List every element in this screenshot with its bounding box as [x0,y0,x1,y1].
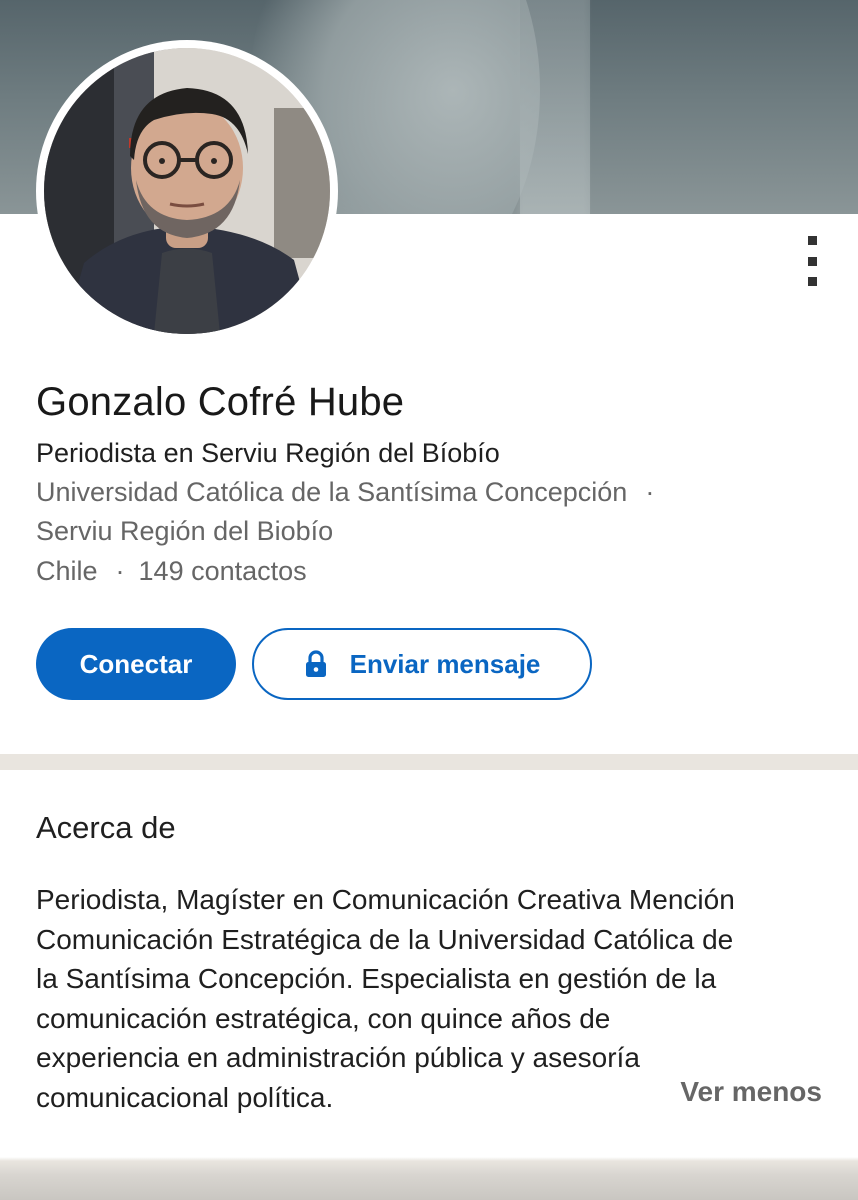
profile-location-line: Chile · 149 contactos [36,556,307,587]
send-message-button[interactable]: Enviar mensaje [252,628,592,700]
about-text-line: Comunicación Estratégica de la Universid… [36,923,734,955]
see-less-button[interactable]: Ver menos [680,1076,822,1108]
profile-name: Gonzalo Cofré Hube [36,380,405,424]
more-vertical-icon [807,256,817,266]
about-text-line: experiencia en administración pública y … [36,1042,640,1073]
about-text-line: Periodista, Magíster en Comunicación Cre… [36,884,735,915]
separator-dot: · [645,477,655,507]
profile-education: Universidad Católica de la Santísima Con… [36,477,654,508]
profile-avatar[interactable] [36,40,338,342]
profile-current-company[interactable]: Serviu Región del Biobío [36,516,333,547]
about-text-line: la Santísima Concepción. Especialista en… [36,963,717,994]
more-options-button[interactable] [800,236,824,286]
section-divider [0,754,858,770]
connect-button[interactable]: Conectar [36,628,236,700]
connect-button-label: Conectar [79,648,193,679]
about-section-title: Acerca de [36,810,176,845]
avatar-photo [44,48,330,334]
profile-headline: Periodista en Serviu Región del Bíobío [36,438,500,468]
more-vertical-icon [807,236,817,245]
education-school[interactable]: Universidad Católica de la Santísima Con… [36,477,627,507]
profile-location: Chile [36,556,98,586]
section-divider [0,1150,858,1200]
profile-connections[interactable]: 149 contactos [139,556,307,586]
more-vertical-icon [807,277,817,286]
lock-icon [304,650,328,678]
send-message-button-label: Enviar mensaje [349,648,541,679]
about-text-line: comunicación estratégica, con quince año… [36,1002,611,1034]
separator-dot: · [115,556,125,586]
cover-decoration [520,0,590,214]
